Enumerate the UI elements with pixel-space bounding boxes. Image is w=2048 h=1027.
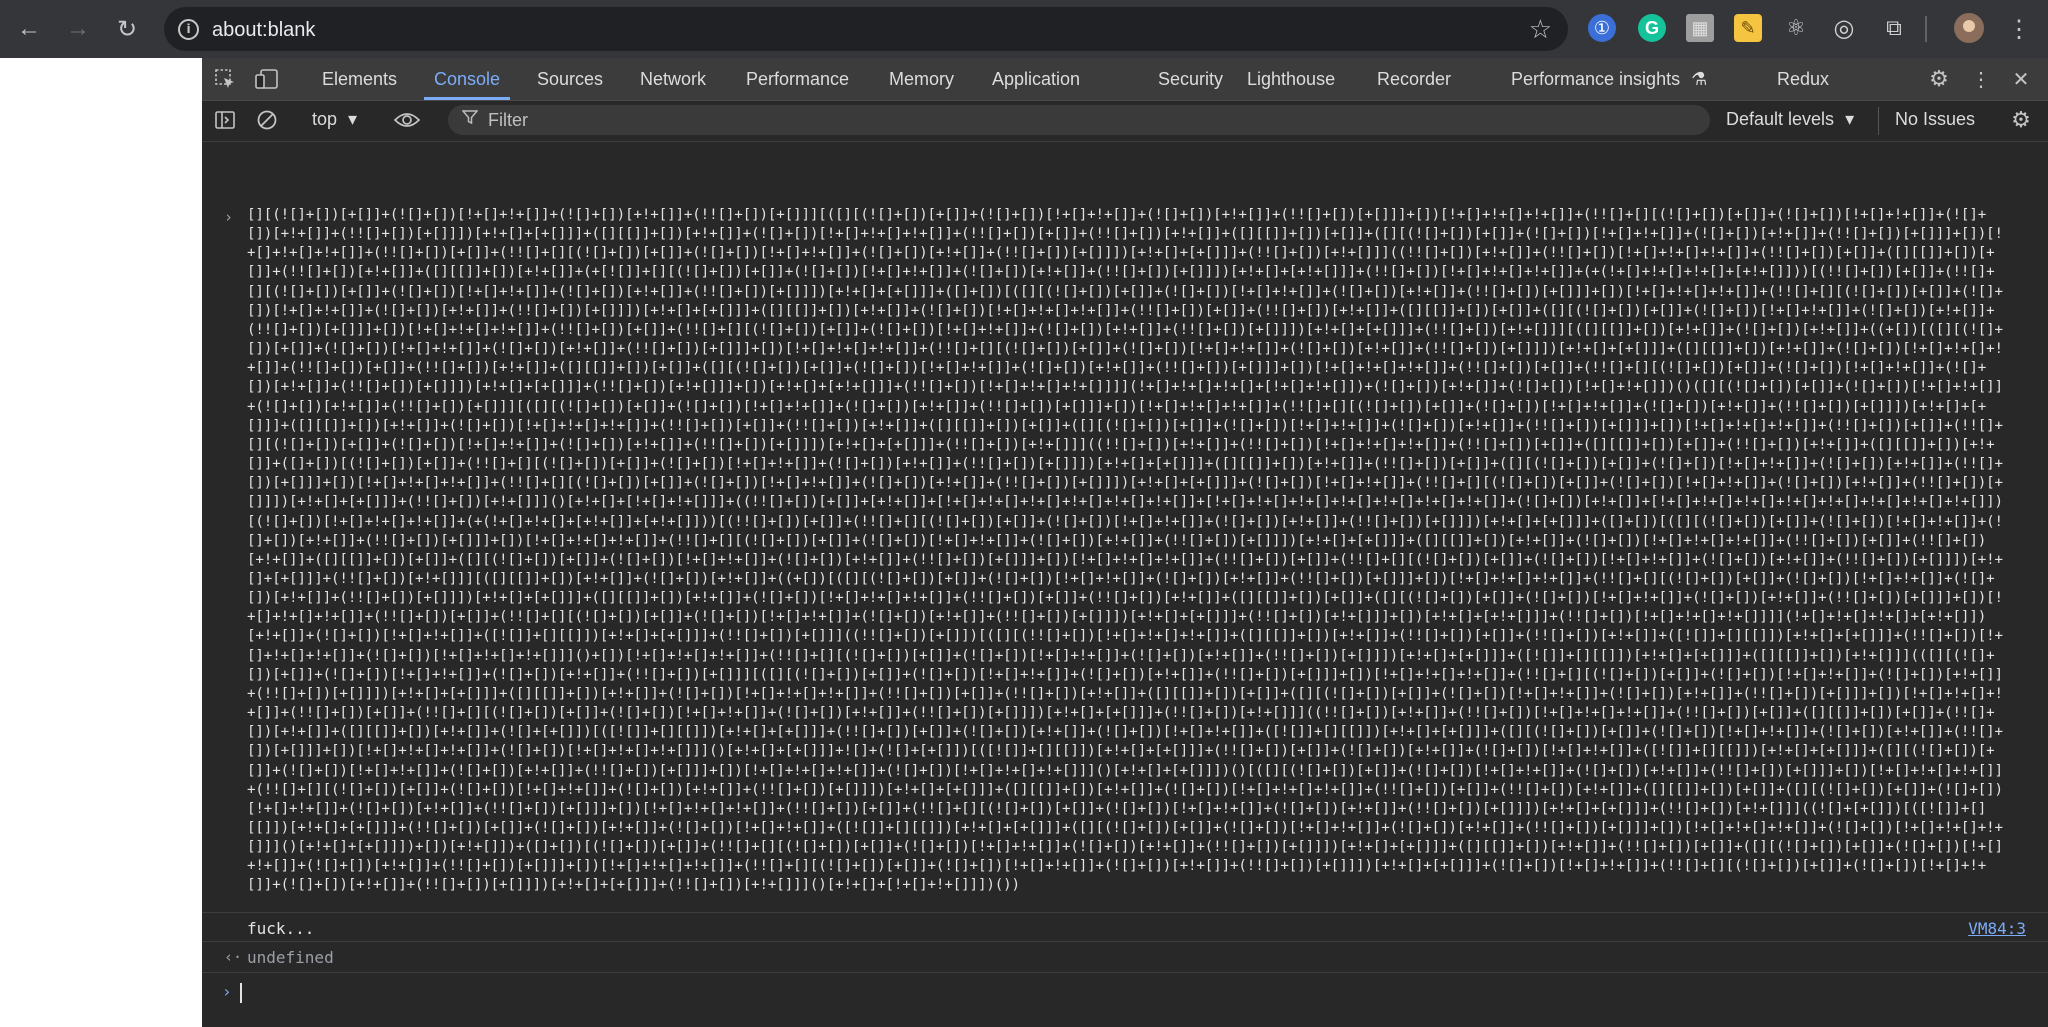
expand-command-chevron-icon[interactable]: › bbox=[224, 208, 233, 226]
profile-avatar[interactable] bbox=[1954, 13, 1984, 43]
tab-performance-insights[interactable]: Performance insights ⚗ bbox=[1511, 58, 1707, 100]
back-button[interactable]: ← bbox=[12, 12, 46, 46]
reload-icon: ↻ bbox=[116, 15, 138, 43]
url-text[interactable]: about:blank bbox=[212, 19, 315, 42]
target-extension-icon[interactable]: ◎ bbox=[1830, 14, 1858, 42]
levels-value: Default levels bbox=[1726, 109, 1835, 129]
back-arrow-icon: ← bbox=[17, 15, 41, 42]
puzzle-extensions-icon[interactable]: ⧉ bbox=[1880, 14, 1908, 42]
extension-tile-icon[interactable]: ▦ bbox=[1686, 14, 1714, 42]
clear-console-icon[interactable] bbox=[254, 107, 280, 133]
tab-recorder[interactable]: Recorder bbox=[1377, 58, 1451, 100]
tab-sources[interactable]: Sources bbox=[537, 58, 603, 100]
tab-lighthouse[interactable]: Lighthouse bbox=[1247, 58, 1335, 100]
live-expression-eye-icon[interactable] bbox=[394, 107, 420, 133]
tab-performance-insights-label: Performance insights bbox=[1511, 69, 1681, 89]
device-toolbar-icon[interactable] bbox=[254, 66, 280, 92]
site-info-icon[interactable]: i bbox=[178, 19, 199, 40]
tab-application[interactable]: Application bbox=[992, 58, 1080, 100]
devtools-tab-bar: Elements Console Sources Network Perform… bbox=[202, 58, 2048, 101]
tab-network[interactable]: Network bbox=[640, 58, 706, 100]
chevron-down-icon: ▾ bbox=[348, 109, 358, 129]
filter-placeholder: Filter bbox=[488, 110, 528, 130]
notes-extension-icon[interactable]: ✎ bbox=[1734, 14, 1762, 42]
console-filter-input[interactable]: Filter bbox=[448, 105, 1710, 135]
toolbar-divider bbox=[1925, 16, 1927, 42]
1password-icon[interactable]: ① bbox=[1588, 14, 1616, 42]
console-toolbar: top ▾ Filter Default levels ▾ No Issues … bbox=[202, 101, 2048, 142]
console-log-message: fuck... bbox=[247, 919, 315, 938]
bookmark-star-icon[interactable]: ☆ bbox=[1529, 14, 1552, 45]
log-levels-dropdown[interactable]: Default levels ▾ bbox=[1726, 109, 1854, 130]
inspect-element-icon[interactable] bbox=[212, 66, 238, 92]
log-row-divider bbox=[202, 972, 2048, 973]
log-row-divider bbox=[202, 912, 2048, 913]
browser-toolbar: ← → ↻ i about:blank ☆ ① G ▦ ✎ ⚛ ◎ ⧉ ⋮ bbox=[0, 0, 2048, 58]
settings-gear-icon[interactable]: ⚙ bbox=[1926, 66, 1952, 92]
chevron-down-icon: ▾ bbox=[1845, 109, 1855, 129]
console-command-code: [][(![]+[])[+[]]+(![]+[])[!+[]+!+[]]+(![… bbox=[247, 207, 2003, 894]
browser-menu-button[interactable]: ⋮ bbox=[2002, 12, 2036, 46]
sidebar-toggle-icon[interactable] bbox=[212, 107, 238, 133]
forward-button[interactable]: → bbox=[61, 12, 95, 46]
tab-elements[interactable]: Elements bbox=[322, 58, 397, 100]
tab-redux[interactable]: Redux bbox=[1777, 58, 1829, 100]
console-output[interactable]: › [][(![]+[])[+[]]+(![]+[])[!+[]+!+[]]+(… bbox=[202, 142, 2048, 1027]
return-value: undefined bbox=[247, 948, 334, 967]
forward-arrow-icon: → bbox=[66, 15, 90, 42]
kebab-menu-icon: ⋮ bbox=[2007, 15, 2031, 43]
filter-funnel-icon bbox=[461, 109, 479, 130]
tab-memory[interactable]: Memory bbox=[889, 58, 954, 100]
address-bar[interactable]: i about:blank ☆ bbox=[164, 7, 1568, 51]
react-devtools-icon[interactable]: ⚛ bbox=[1782, 14, 1810, 42]
console-settings-gear-icon[interactable]: ⚙ bbox=[2008, 107, 2034, 133]
context-value: top bbox=[312, 109, 338, 129]
devtools-more-icon[interactable]: ⋮ bbox=[1968, 66, 1994, 92]
toolbar-divider bbox=[1878, 107, 1879, 135]
avatar-face-icon bbox=[1963, 20, 1975, 32]
log-row-divider bbox=[202, 941, 2048, 942]
experimental-flask-icon: ⚗ bbox=[1691, 69, 1708, 89]
grammarly-icon[interactable]: G bbox=[1638, 14, 1666, 42]
devtools-close-icon[interactable]: ✕ bbox=[2008, 66, 2034, 92]
return-value-arrow-icon: ‹· bbox=[224, 948, 243, 966]
log-source-link[interactable]: VM84:3 bbox=[1968, 919, 2026, 938]
console-input-prompt-icon: › bbox=[222, 982, 232, 1001]
context-selector[interactable]: top ▾ bbox=[312, 109, 357, 130]
console-input-caret[interactable] bbox=[240, 983, 242, 1003]
tab-console[interactable]: Console bbox=[423, 58, 511, 100]
devtools-panel: Elements Console Sources Network Perform… bbox=[202, 58, 2048, 1027]
reload-button[interactable]: ↻ bbox=[110, 12, 144, 46]
tab-security[interactable]: Security bbox=[1158, 58, 1223, 100]
issues-counter[interactable]: No Issues bbox=[1895, 109, 1975, 130]
tab-performance[interactable]: Performance bbox=[746, 58, 849, 100]
